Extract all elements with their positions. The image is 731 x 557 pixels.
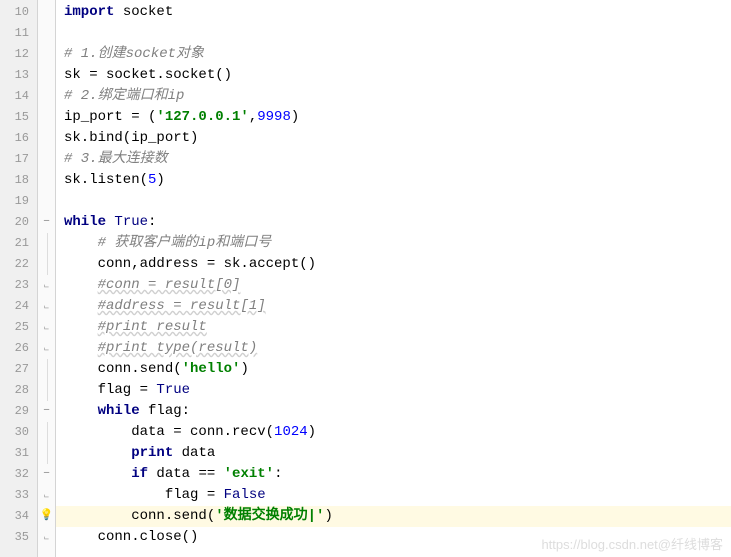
line-number: 32	[0, 464, 29, 485]
code-line[interactable]: #print type(result)	[64, 338, 731, 359]
fold-marker[interactable]	[38, 401, 55, 422]
code-line[interactable]: #address = result[1]	[64, 296, 731, 317]
fold-marker	[38, 254, 55, 275]
line-number: 30	[0, 422, 29, 443]
line-number: 15	[0, 107, 29, 128]
line-number: 23	[0, 275, 29, 296]
code-line[interactable]: #conn = result[0]	[64, 275, 731, 296]
fold-marker	[38, 506, 55, 527]
fold-marker	[38, 296, 55, 317]
fold-marker	[38, 359, 55, 380]
line-number: 33	[0, 485, 29, 506]
fold-marker	[38, 65, 55, 86]
line-number: 18	[0, 170, 29, 191]
code-line[interactable]: # 1.创建socket对象	[64, 44, 731, 65]
fold-marker	[38, 86, 55, 107]
fold-marker	[38, 338, 55, 359]
code-line[interactable]: sk.bind(ip_port)	[64, 128, 731, 149]
code-line[interactable]: # 获取客户端的ip和端口号	[64, 233, 731, 254]
code-line[interactable]: while True:	[64, 212, 731, 233]
code-line[interactable]: while flag:	[64, 401, 731, 422]
fold-marker[interactable]	[38, 212, 55, 233]
code-editor[interactable]: 1011121314151617181920212223242526272829…	[0, 0, 731, 557]
code-line[interactable]: conn.close()	[64, 527, 731, 548]
fold-marker	[38, 128, 55, 149]
line-number: 31	[0, 443, 29, 464]
code-line[interactable]: sk = socket.socket()	[64, 65, 731, 86]
code-line[interactable]: conn.send('数据交换成功|')	[56, 506, 731, 527]
fold-marker	[38, 317, 55, 338]
code-line[interactable]: # 3.最大连接数	[64, 149, 731, 170]
line-number: 14	[0, 86, 29, 107]
code-line[interactable]: conn,address = sk.accept()	[64, 254, 731, 275]
line-number: 27	[0, 359, 29, 380]
line-number-gutter: 1011121314151617181920212223242526272829…	[0, 0, 38, 557]
line-number: 17	[0, 149, 29, 170]
line-number: 19	[0, 191, 29, 212]
fold-marker	[38, 485, 55, 506]
fold-marker	[38, 107, 55, 128]
line-number: 16	[0, 128, 29, 149]
code-line[interactable]: flag = True	[64, 380, 731, 401]
line-number: 24	[0, 296, 29, 317]
code-line[interactable]: sk.listen(5)	[64, 170, 731, 191]
line-number: 20	[0, 212, 29, 233]
fold-marker	[38, 233, 55, 254]
line-number: 34	[0, 506, 29, 527]
code-area[interactable]: import socket # 1.创建socket对象sk = socket.s…	[56, 0, 731, 557]
code-line[interactable]: import socket	[64, 2, 731, 23]
line-number: 11	[0, 23, 29, 44]
fold-column[interactable]	[38, 0, 56, 557]
fold-marker[interactable]	[38, 464, 55, 485]
line-number: 26	[0, 338, 29, 359]
line-number: 10	[0, 2, 29, 23]
line-number: 21	[0, 233, 29, 254]
fold-marker	[38, 191, 55, 212]
line-number: 29	[0, 401, 29, 422]
fold-marker	[38, 275, 55, 296]
fold-marker	[38, 422, 55, 443]
fold-marker	[38, 527, 55, 548]
code-line[interactable]: conn.send('hello')	[64, 359, 731, 380]
fold-marker	[38, 380, 55, 401]
code-line[interactable]: data = conn.recv(1024)	[64, 422, 731, 443]
code-line[interactable]: #print result	[64, 317, 731, 338]
line-number: 28	[0, 380, 29, 401]
fold-marker	[38, 2, 55, 23]
line-number: 13	[0, 65, 29, 86]
code-line[interactable]: # 2.绑定端口和ip	[64, 86, 731, 107]
line-number: 25	[0, 317, 29, 338]
code-line[interactable]: print data	[64, 443, 731, 464]
line-number: 22	[0, 254, 29, 275]
fold-marker	[38, 170, 55, 191]
code-line[interactable]	[64, 191, 731, 212]
fold-marker	[38, 23, 55, 44]
line-number: 12	[0, 44, 29, 65]
fold-marker	[38, 149, 55, 170]
line-number: 35	[0, 527, 29, 548]
code-line[interactable]: flag = False	[64, 485, 731, 506]
code-line[interactable]: if data == 'exit':	[64, 464, 731, 485]
fold-marker	[38, 443, 55, 464]
code-line[interactable]: ip_port = ('127.0.0.1',9998)	[64, 107, 731, 128]
code-line[interactable]	[64, 23, 731, 44]
fold-marker	[38, 44, 55, 65]
